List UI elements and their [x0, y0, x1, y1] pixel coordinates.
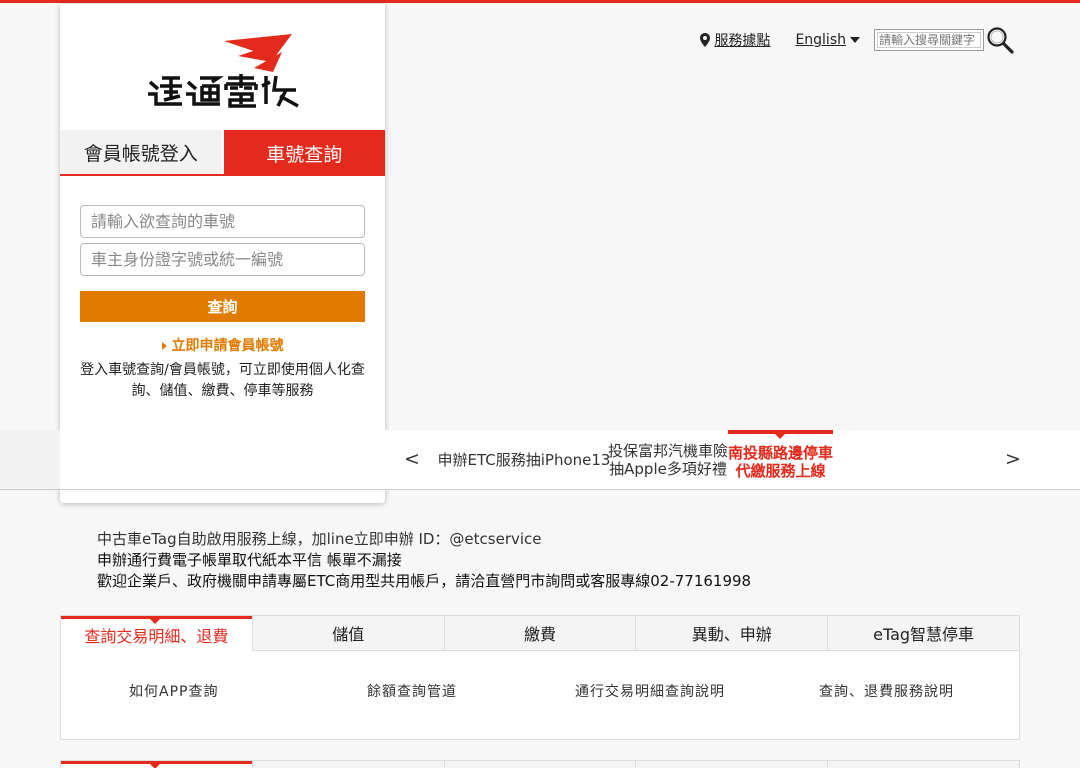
second-tab[interactable]: [635, 761, 827, 768]
tab-member-login[interactable]: 會員帳號登入: [60, 130, 222, 176]
news-next-button[interactable]: >: [1005, 448, 1021, 470]
link-refund-info[interactable]: 查詢、退費服務說明: [819, 681, 954, 701]
link-transaction-detail[interactable]: 通行交易明細查詢說明: [575, 681, 725, 701]
top-accent-bar: [0, 0, 1080, 3]
apply-member-label: 立即申請會員帳號: [171, 338, 284, 354]
language-link[interactable]: English: [795, 32, 846, 48]
active-indicator: [150, 619, 160, 624]
tab-etag-parking[interactable]: eTag智慧停車: [827, 616, 1019, 650]
link-balance-query[interactable]: 餘額查詢管道: [367, 681, 457, 701]
news-strip-border: [0, 489, 1080, 490]
login-card: 會員帳號登入 車號查詢 查詢 立即申請會員帳號 登入車號查詢/會員帳號，可立即使…: [60, 4, 385, 503]
news-prev-button[interactable]: <: [404, 448, 420, 470]
login-description: 登入車號查詢/會員帳號，可立即使用個人化查詢、儲值、繳費、停車等服務: [80, 362, 365, 399]
link-app-query[interactable]: 如何APP查詢: [129, 681, 218, 701]
brand-logo[interactable]: [146, 34, 301, 109]
language-selector[interactable]: English: [795, 32, 860, 48]
second-tab[interactable]: [443, 761, 636, 768]
owner-id-input[interactable]: [80, 243, 365, 276]
service-points-link[interactable]: 服務據點: [714, 30, 770, 50]
caret-down-icon: [850, 37, 860, 43]
second-tab-active[interactable]: [61, 761, 252, 768]
tab-underline: [60, 174, 385, 176]
plate-number-input[interactable]: [80, 205, 365, 238]
tab-label: 查詢交易明細、退費: [84, 626, 229, 646]
second-tab[interactable]: [827, 761, 1019, 768]
tab-top-up[interactable]: 儲值: [251, 616, 444, 650]
services-links: 如何APP查詢 餘額查詢管道 通行交易明細查詢說明 查詢、退費服務說明: [61, 651, 1019, 729]
news-item[interactable]: 申辦ETC服務抽iPhone13: [436, 430, 612, 489]
services-panel: 查詢交易明細、退費 儲值 繳費 異動、申辦 eTag智慧停車 如何APP查詢 餘…: [60, 615, 1020, 740]
notice-list: 中古車eTag自助啟用服務上線，加line立即申辦 ID：@etcservice…: [97, 529, 751, 592]
apply-member-link[interactable]: 立即申請會員帳號: [60, 335, 385, 355]
tab-plate-query[interactable]: 車號查詢: [223, 130, 385, 176]
search-icon[interactable]: [986, 26, 1014, 54]
notice-item[interactable]: 歡迎企業戶、政府機關申請專屬ETC商用型共用帳戶，請洽直營門市詢問或客服專線02…: [97, 571, 751, 592]
triangle-right-icon: [161, 342, 167, 350]
second-services-tabs: [60, 760, 1020, 768]
services-tabs: 查詢交易明細、退費 儲值 繳費 異動、申辦 eTag智慧停車: [61, 616, 1019, 651]
news-item-active[interactable]: 南投縣路邊停車代繳服務上線: [728, 430, 833, 489]
tab-change-apply[interactable]: 異動、申辦: [635, 616, 827, 650]
location-pin-icon: [700, 33, 711, 47]
tab-payment[interactable]: 繳費: [443, 616, 636, 650]
login-tabs: 會員帳號登入 車號查詢: [60, 130, 385, 176]
utility-bar: 服務據點 English: [700, 26, 1014, 54]
tab-transaction-refund[interactable]: 查詢交易明細、退費: [61, 616, 252, 651]
active-indicator: [775, 434, 785, 439]
query-button[interactable]: 查詢: [80, 291, 365, 322]
news-strip-left: [0, 430, 60, 489]
site-search-input[interactable]: [874, 29, 984, 51]
news-item[interactable]: 投保富邦汽機車險抽Apple多項好禮: [606, 430, 730, 489]
notice-item[interactable]: 中古車eTag自助啟用服務上線，加line立即申辦 ID：@etcservice: [97, 529, 751, 550]
news-item-active-label: 南投縣路邊停車代繳服務上線: [728, 443, 834, 480]
notice-item[interactable]: 申辦通行費電子帳單取代紙本平信 帳單不漏接: [97, 550, 751, 571]
active-indicator: [150, 764, 160, 768]
second-tab[interactable]: [251, 761, 444, 768]
